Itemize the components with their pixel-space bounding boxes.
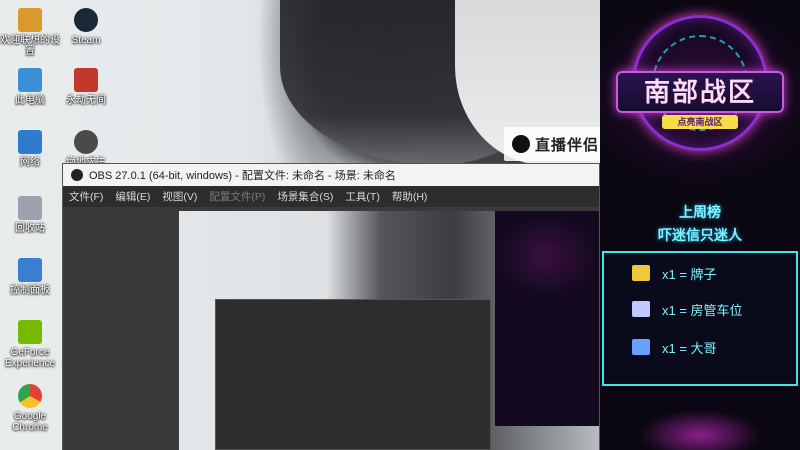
desktop-icon-this-pc[interactable]: 此电脑	[0, 68, 60, 106]
menu-help[interactable]: 帮助(H)	[392, 189, 428, 204]
weekly-leaderboard-name: 吓迷信只迷人	[658, 227, 742, 243]
obs-preview-area	[63, 207, 599, 450]
reward-list: x1 = 牌子 x1 = 房管车位 x1 = 大哥	[602, 251, 798, 386]
desktop-icon-geforce[interactable]: GeForce Experience	[0, 320, 60, 369]
banner-title: 南部战区	[616, 71, 784, 113]
desktop-icon-naraka[interactable]: 永劫无间	[56, 68, 116, 106]
desktop-icon-recycle-bin[interactable]: 回收站	[0, 196, 60, 234]
reward-row: x1 = 房管车位	[604, 297, 800, 321]
reward-row: x1 = 牌子	[604, 261, 800, 285]
desktop-icon-network[interactable]: 网络	[0, 130, 60, 168]
south-war-zone-banner: 南部战区 点亮南战区	[610, 5, 790, 175]
banner-subtitle: 点亮南战区	[662, 115, 738, 129]
folder-user-icon	[18, 8, 42, 32]
menu-file[interactable]: 文件(F)	[69, 189, 103, 204]
menu-view[interactable]: 视图(V)	[162, 189, 197, 204]
control-panel-icon	[18, 258, 42, 282]
nvidia-icon	[18, 320, 42, 344]
menu-scene-collection[interactable]: 场景集合(S)	[277, 189, 333, 204]
obs-logo-icon	[71, 169, 83, 181]
desktop-icon-welcome[interactable]: 欢迎联想的设置	[0, 8, 60, 57]
desktop-icon-control-panel[interactable]: 控制面板	[0, 258, 60, 296]
obs-title-text: OBS 27.0.1 (64-bit, windows) - 配置文件: 未命名…	[89, 170, 396, 182]
obs-window[interactable]: OBS 27.0.1 (64-bit, windows) - 配置文件: 未命名…	[62, 163, 600, 450]
weekly-leaderboard-header: 上周榜 吓迷信只迷人	[600, 204, 800, 244]
badge-icon	[632, 265, 650, 281]
recursive-preview-image	[179, 211, 599, 450]
rocket-icon	[632, 339, 650, 355]
weekly-leaderboard-title: 上周榜	[679, 204, 721, 220]
live-companion-logo-icon	[512, 135, 530, 153]
helmet-icon	[74, 130, 98, 154]
nested-obs-window	[215, 299, 491, 450]
nested-overlay-panel	[495, 211, 599, 426]
steam-icon	[74, 8, 98, 32]
overlay-bottom-decoration	[600, 395, 800, 450]
chrome-icon	[18, 384, 42, 408]
menu-edit[interactable]: 编辑(E)	[115, 189, 150, 204]
recycle-bin-icon	[18, 196, 42, 220]
obs-preview-canvas[interactable]	[179, 211, 599, 450]
menu-tools[interactable]: 工具(T)	[345, 189, 379, 204]
live-companion-watermark: 直播伴侣	[504, 127, 604, 161]
reward-row: x1 = 大哥	[604, 335, 800, 359]
game-icon	[74, 68, 98, 92]
car-icon	[632, 301, 650, 317]
desktop-icon-chrome[interactable]: Google Chrome	[0, 384, 60, 433]
computer-icon	[18, 68, 42, 92]
obs-menu-bar: 文件(F) 编辑(E) 视图(V) 配置文件(P) 场景集合(S) 工具(T) …	[63, 186, 599, 207]
desktop-icon-steam[interactable]: Steam	[56, 8, 116, 46]
obs-title-bar[interactable]: OBS 27.0.1 (64-bit, windows) - 配置文件: 未命名…	[63, 164, 599, 186]
menu-profile[interactable]: 配置文件(P)	[209, 189, 265, 204]
network-icon	[18, 130, 42, 154]
